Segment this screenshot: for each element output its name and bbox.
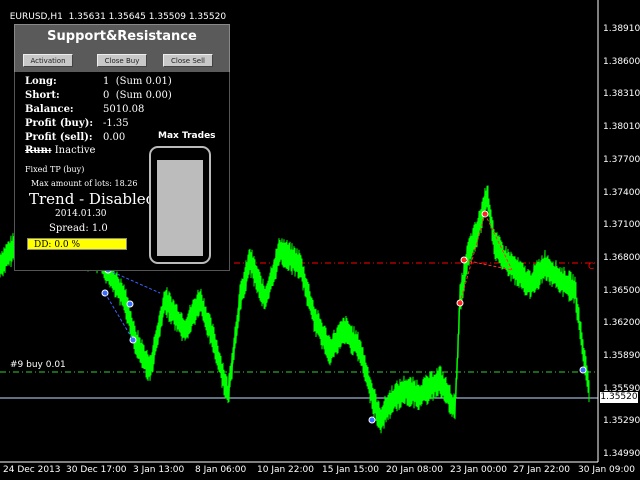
short-value: 0 (Sum 0.00) (103, 90, 172, 101)
price-tick: 1.34990 (603, 449, 640, 460)
buy-marker (368, 416, 376, 424)
profit-sell-label: Profit (sell): (25, 132, 93, 143)
drawdown-indicator: DD: 0.0 % (27, 238, 127, 250)
date-label: 2014.01.30 (55, 209, 107, 219)
price-tick: 1.35290 (603, 416, 640, 427)
price-tick: 1.38010 (603, 122, 640, 133)
profit-sell-value: 0.00 (103, 132, 126, 143)
price-tick: 1.36800 (603, 252, 640, 263)
long-label: Long: (25, 76, 57, 87)
time-tick: 3 Jan 13:00 (133, 465, 185, 475)
time-tick: 15 Jan 15:00 (322, 465, 379, 475)
long-value: 1 (Sum 0.01) (103, 76, 172, 87)
trend-status: Trend - Disabled (29, 190, 156, 208)
price-axis: 1.35520 1.38910 1.38600 1.38310 1.38010 1.37… (598, 0, 640, 480)
time-tick: 24 Dec 2013 (3, 465, 61, 475)
price-tick: 1.38910 (603, 24, 640, 34)
max-trades-fill (157, 160, 203, 256)
close-buy-button[interactable]: Close Buy (97, 54, 147, 67)
short-label: Short: (25, 90, 60, 101)
run-row: Run: Inactive (25, 145, 95, 156)
run-value: Inactive (54, 145, 96, 156)
buy-marker (126, 300, 134, 308)
activation-button[interactable]: Activation (23, 54, 73, 67)
profit-sell-row: Profit (sell): 0.00 (25, 132, 125, 143)
buy-marker (579, 366, 587, 374)
price-tick: 1.37700 (603, 154, 640, 165)
price-tick: 1.36200 (603, 318, 640, 329)
time-tick: 10 Jan 22:00 (257, 465, 314, 475)
order-label: #9 buy 0.01 (10, 360, 66, 370)
long-row: Long: 1 (Sum 0.01) (25, 76, 172, 87)
price-tick: 1.38310 (603, 89, 640, 100)
close-sell-button[interactable]: Close Sell (163, 54, 213, 67)
profit-buy-label: Profit (buy): (25, 118, 94, 129)
max-trades-gauge (149, 146, 211, 264)
balance-value: 5010.08 (103, 104, 145, 115)
short-row: Short: 0 (Sum 0.00) (25, 90, 172, 101)
time-tick: 8 Jan 06:00 (195, 465, 247, 475)
run-label: Run: (25, 145, 52, 156)
chart-symbol-header: EURUSD,H1 1.35631 1.35645 1.35509 1.3552… (4, 2, 226, 22)
price-tick: 1.35890 (603, 351, 640, 361)
time-tick: 23 Jan 00:00 (450, 465, 507, 475)
ohlc-values: 1.35631 1.35645 1.35509 1.35520 (68, 12, 227, 22)
balance-row: Balance: 5010.08 (25, 104, 144, 115)
ea-panel: Support&Resistance Activation Close Buy … (14, 24, 230, 74)
price-tick: 1.37400 (603, 187, 640, 198)
fixed-tp-label: Fixed TP (buy) (25, 165, 85, 174)
price-tick: 1.36500 (603, 285, 640, 296)
profit-buy-value: -1.35 (103, 118, 129, 129)
balance-label: Balance: (25, 104, 74, 115)
time-tick: 27 Jan 22:00 (513, 465, 570, 475)
price-tick: 1.38600 (603, 56, 640, 67)
profit-buy-row: Profit (buy): -1.35 (25, 118, 129, 129)
max-trades-label: Max Trades (158, 131, 216, 141)
price-tick: 1.35590 (603, 383, 640, 394)
line-marker-c: C (588, 262, 595, 272)
spread-label: Spread: 1.0 (49, 223, 108, 234)
symbol-label: EURUSD,H1 (9, 12, 63, 22)
max-lots-label: Max amount of lots: 18.26 (31, 179, 138, 188)
time-tick: 30 Dec 17:00 (66, 465, 127, 475)
time-tick: 30 Jan 09:00 (578, 465, 635, 475)
time-tick: 20 Jan 08:00 (386, 465, 443, 475)
price-tick: 1.37100 (603, 220, 640, 231)
panel-title: Support&Resistance (47, 29, 197, 44)
